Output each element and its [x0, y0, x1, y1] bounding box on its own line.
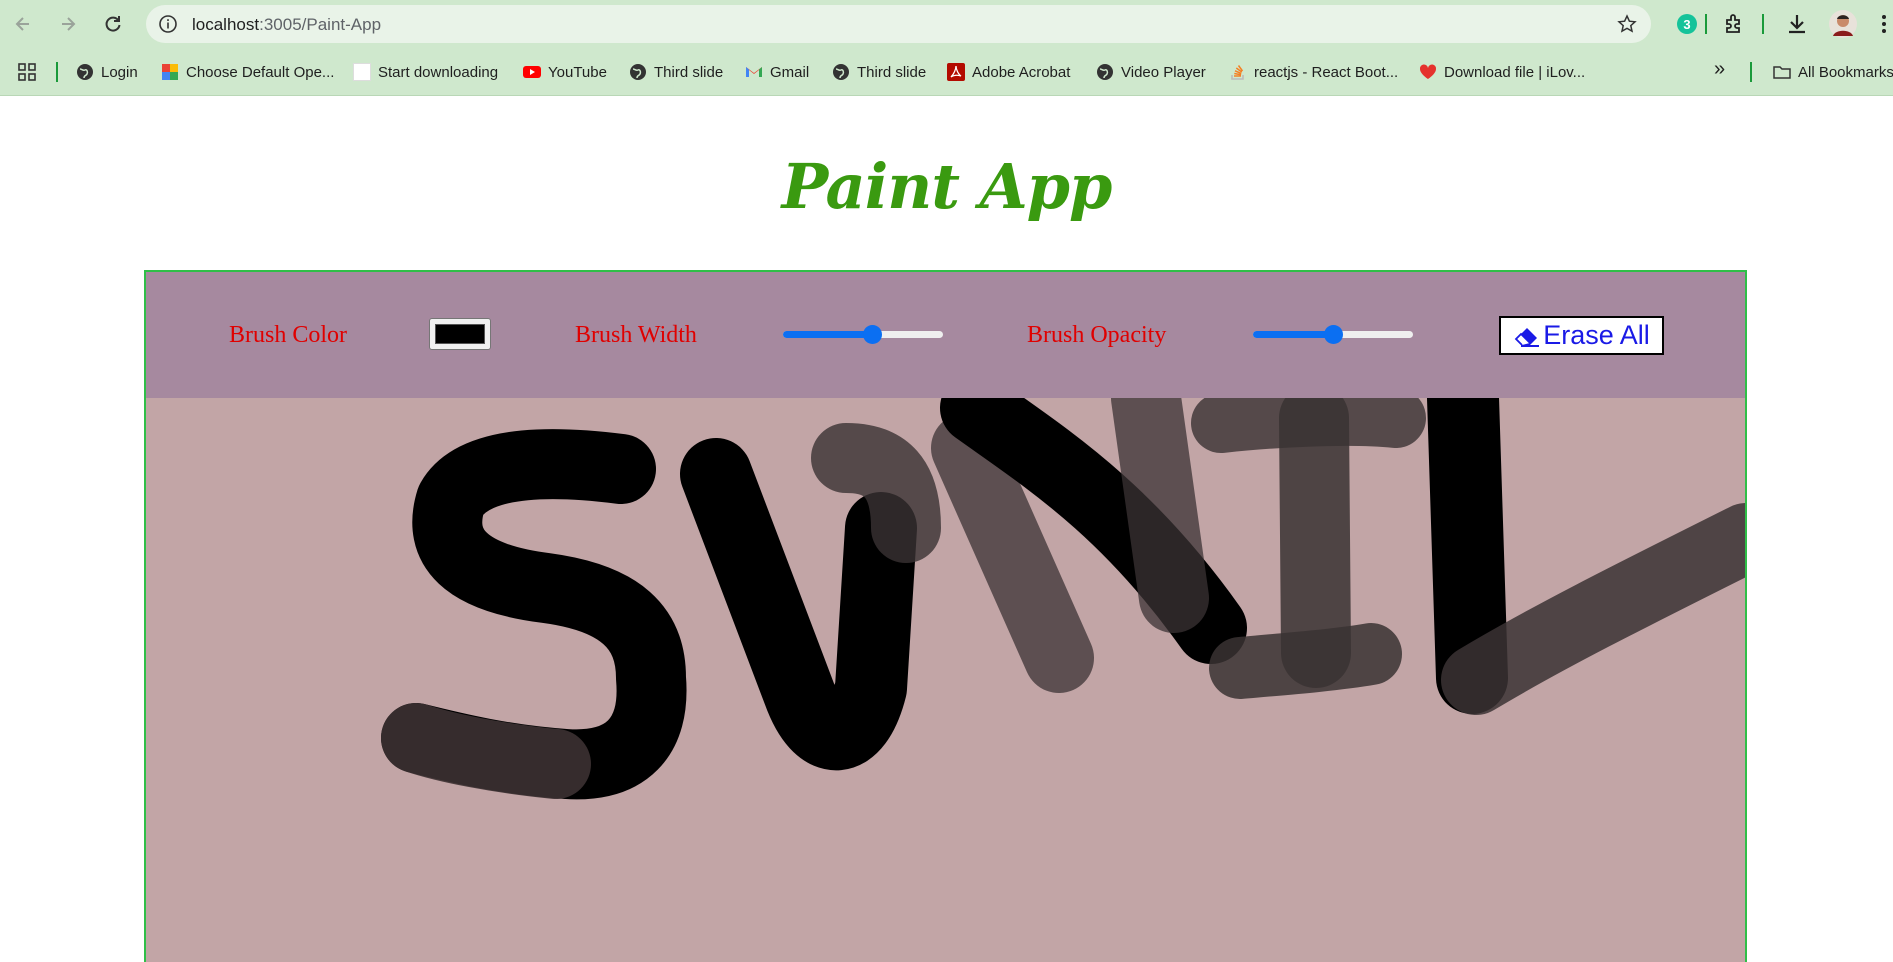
blank-page-icon: [353, 63, 371, 81]
slider-thumb[interactable]: [863, 325, 883, 344]
bookmark-label: Download file | iLov...: [1444, 63, 1586, 81]
bookmark-adobe-acrobat[interactable]: Adobe Acrobat: [947, 61, 1070, 83]
bookmarks-divider: [1750, 62, 1752, 82]
brush-stroke: [1427, 398, 1508, 714]
extension-badge: 3: [1683, 17, 1690, 32]
brush-color-picker[interactable]: [429, 318, 491, 350]
globe-icon: [77, 64, 93, 80]
bookmark-label: Video Player: [1121, 63, 1206, 81]
url-path: :3005/Paint-App: [259, 15, 382, 34]
forward-arrow-icon: [62, 17, 76, 31]
globe-icon: [1097, 64, 1113, 80]
brush-stroke: [1441, 503, 1745, 715]
bookmark-third-slide-2[interactable]: Third slide: [832, 61, 926, 83]
brush-stroke: [1279, 398, 1351, 688]
browser-toolbar: localhost:3005/Paint-App 3: [0, 0, 1893, 48]
profile-avatar[interactable]: [1829, 10, 1857, 38]
brush-opacity-label: Brush Opacity: [1027, 322, 1167, 348]
toolbar-divider: [1762, 14, 1764, 34]
reload-icon: [105, 16, 121, 32]
bookmark-start-downloading[interactable]: Start downloading: [353, 61, 498, 83]
url-text: localhost:3005/Paint-App: [192, 15, 381, 35]
downloads-icon[interactable]: [1785, 12, 1809, 36]
brush-opacity-slider[interactable]: [1253, 324, 1413, 344]
bookmark-star-icon[interactable]: [1617, 14, 1637, 34]
apps-grid-button[interactable]: [18, 61, 43, 83]
bookmark-label: YouTube: [548, 63, 607, 81]
paint-app-container: Brush Color Brush Width Brush Opacity Er…: [144, 270, 1747, 962]
back-arrow-icon: [15, 17, 29, 31]
bookmark-label: Login: [101, 63, 138, 81]
drawing-canvas[interactable]: [146, 398, 1745, 962]
forward-button[interactable]: [54, 10, 82, 38]
bookmark-label: Gmail: [770, 63, 810, 81]
grammarly-extension-icon[interactable]: 3: [1675, 12, 1699, 36]
browser-menu-icon[interactable]: [1877, 12, 1891, 36]
bookmark-download-file[interactable]: Download file | iLov...: [1419, 61, 1585, 83]
bookmark-gmail[interactable]: Gmail: [745, 61, 809, 83]
slider-thumb[interactable]: [1323, 325, 1343, 344]
brush-width-label: Brush Width: [575, 322, 697, 348]
bookmarks-bar: Login Choose Default Ope... Start downlo…: [0, 48, 1893, 96]
globe-icon: [630, 64, 646, 80]
site-info-icon[interactable]: [158, 14, 178, 34]
bookmark-youtube[interactable]: YouTube: [523, 61, 607, 83]
folder-icon: [1773, 66, 1791, 79]
controls-bar: Brush Color Brush Width Brush Opacity Er…: [146, 272, 1745, 398]
colored-app-icon: [162, 64, 178, 80]
bookmark-label: Third slide: [654, 63, 724, 81]
globe-icon: [833, 64, 849, 80]
extensions-puzzle-icon[interactable]: [1722, 12, 1746, 36]
slider-fill: [783, 331, 873, 338]
acrobat-icon: [947, 63, 965, 81]
bookmark-label: Choose Default Ope...: [186, 63, 335, 81]
brush-color-swatch: [435, 324, 485, 344]
bookmark-label: Adobe Acrobat: [972, 63, 1071, 81]
bookmark-label: All Bookmarks: [1798, 63, 1893, 81]
bookmark-label: reactjs - React Boot...: [1254, 63, 1399, 81]
bookmarks-divider: [56, 62, 58, 82]
slider-fill: [1253, 331, 1333, 338]
stackoverflow-icon: [1231, 65, 1244, 80]
all-bookmarks-folder[interactable]: All Bookmarks: [1773, 61, 1893, 83]
reload-button[interactable]: [99, 10, 127, 38]
page-title: Paint App: [781, 150, 1113, 223]
bookmark-label: Third slide: [857, 63, 927, 81]
address-bar[interactable]: localhost:3005/Paint-App: [146, 5, 1651, 43]
brush-stroke: [381, 703, 591, 799]
bookmark-choose-default[interactable]: Choose Default Ope...: [161, 61, 334, 83]
brush-stroke: [1209, 623, 1402, 699]
brush-width-slider[interactable]: [783, 324, 943, 344]
apps-grid-icon: [18, 63, 36, 81]
bookmark-login[interactable]: Login: [76, 61, 138, 83]
brush-color-label: Brush Color: [229, 322, 348, 348]
gmail-icon: [746, 67, 762, 77]
bookmark-reactjs[interactable]: reactjs - React Boot...: [1229, 61, 1398, 83]
heart-icon: [1419, 64, 1437, 79]
url-host: localhost: [192, 15, 260, 34]
brush-stroke: [680, 438, 917, 771]
toolbar-divider: [1705, 14, 1707, 34]
brush-stroke: [1111, 398, 1209, 633]
erase-all-button[interactable]: Erase All: [1499, 316, 1664, 355]
back-button[interactable]: [9, 10, 37, 38]
eraser-icon: [1514, 327, 1540, 347]
bookmarks-overflow-button[interactable]: »: [1714, 58, 1725, 80]
bookmark-label: Start downloading: [378, 63, 499, 81]
bookmark-third-slide-1[interactable]: Third slide: [629, 61, 723, 83]
bookmark-video-player[interactable]: Video Player: [1096, 61, 1206, 83]
erase-all-label: Erase All: [1543, 320, 1650, 350]
youtube-icon: [523, 66, 541, 78]
canvas-drawing: [381, 398, 1745, 800]
